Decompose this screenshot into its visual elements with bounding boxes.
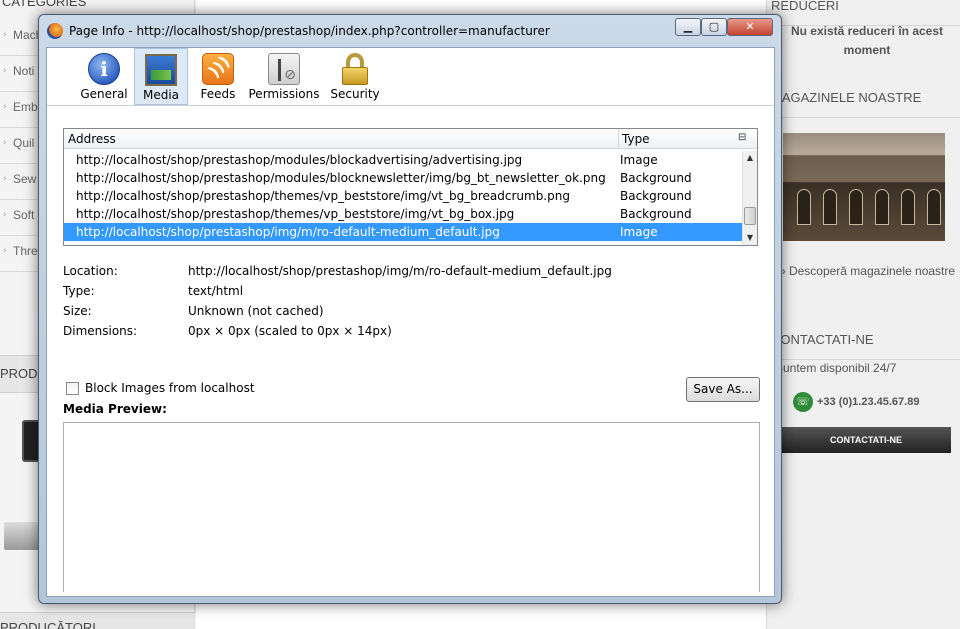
media-preview-area	[63, 422, 760, 592]
block-images-label[interactable]: Block Images from localhost	[85, 381, 255, 395]
categories-heading: CATEGORIES	[2, 0, 87, 9]
manufacturers-heading: PRODUCĂTORI	[0, 612, 195, 629]
dialog-title: Page Info - http://localhost/shop/presta…	[69, 24, 550, 38]
close-button[interactable]: ✕	[727, 18, 773, 36]
scrollbar-thumb[interactable]	[744, 207, 756, 225]
contact-heading: CONTACTATI-NE	[767, 320, 960, 360]
media-preview-label: Media Preview:	[63, 402, 167, 416]
list-item-selected[interactable]: http://localhost/shop/prestashop/img/m/r…	[64, 223, 742, 241]
chevron-right-icon: ›	[3, 174, 7, 184]
detail-size: Size: Unknown (not cached)	[63, 304, 324, 318]
scroll-up-icon[interactable]: ▲	[743, 151, 757, 165]
media-details: Location: http://localhost/shop/prestash…	[63, 262, 763, 342]
block-images-checkbox[interactable]	[66, 382, 79, 395]
discover-stores-link[interactable]: » Descoperă magazinele noastre	[777, 262, 957, 281]
detail-location: Location: http://localhost/shop/prestash…	[63, 264, 612, 278]
firefox-icon	[47, 23, 63, 39]
tab-permissions[interactable]: Permissions	[248, 48, 320, 105]
contact-button[interactable]: CONTACTATI-NE	[781, 427, 951, 453]
phone-number: +33 (0)1.23.45.67.89	[817, 396, 920, 408]
tab-media[interactable]: Media	[134, 48, 188, 105]
minimize-button[interactable]: ▁	[675, 18, 701, 36]
detail-dimensions: Dimensions: 0px × 0px (scaled to 0px × 1…	[63, 324, 392, 338]
media-list-header: Address Type ⊟	[64, 129, 757, 149]
page-info-dialog: Page Info - http://localhost/shop/presta…	[38, 14, 782, 604]
scroll-down-icon[interactable]: ▼	[743, 231, 757, 245]
media-list[interactable]: Address Type ⊟ http://localhost/shop/pre…	[63, 128, 758, 246]
chevron-right-icon: ›	[3, 246, 7, 256]
tab-security[interactable]: Security	[324, 48, 386, 105]
chevron-right-icon: ›	[3, 30, 7, 40]
media-list-scrollbar[interactable]: ▲ ▼	[742, 151, 757, 245]
dialog-titlebar[interactable]: Page Info - http://localhost/shop/presta…	[39, 15, 781, 47]
dialog-content: General Media Feeds Permissions Security	[46, 47, 775, 597]
reductions-text: Nu există reduceri în acest moment	[790, 24, 944, 57]
tab-general[interactable]: General	[77, 48, 131, 105]
media-icon	[145, 54, 177, 86]
chevron-right-icon: ›	[3, 66, 7, 76]
list-item[interactable]: http://localhost/shop/prestashop/themes/…	[64, 205, 742, 223]
stores-heading: MAGAZINELE NOASTRE	[767, 78, 960, 118]
chevron-right-icon: ›	[3, 138, 7, 148]
list-item[interactable]: http://localhost/shop/prestashop/themes/…	[64, 187, 742, 205]
info-icon	[88, 53, 120, 85]
chevron-right-icon: ›	[3, 210, 7, 220]
save-as-button[interactable]: Save As...	[686, 377, 760, 402]
list-item[interactable]: http://localhost/shop/prestashop/modules…	[64, 169, 742, 187]
store-photo[interactable]	[783, 133, 945, 241]
lock-icon	[339, 53, 371, 85]
minimize-icon: ▁	[683, 20, 693, 33]
availability-text: Suntem disponibil 24/7	[775, 361, 897, 375]
page-info-toolbar: General Media Feeds Permissions Security	[47, 48, 774, 106]
column-picker-icon[interactable]: ⊟	[738, 132, 752, 144]
background-right-column: REDUCERI Nu există reduceri în acest mom…	[766, 0, 960, 629]
column-header-type[interactable]: Type	[622, 132, 650, 146]
maximize-icon: ▢	[708, 20, 720, 33]
permissions-icon	[268, 53, 300, 85]
chevron-right-icon: ›	[3, 102, 7, 112]
phone-icon: ☏	[793, 392, 813, 412]
tab-feeds[interactable]: Feeds	[191, 48, 245, 105]
maximize-button[interactable]: ▢	[701, 18, 727, 36]
column-header-address[interactable]: Address	[68, 132, 116, 146]
rss-icon	[202, 53, 234, 85]
close-icon: ✕	[745, 20, 755, 33]
detail-type: Type: text/html	[63, 284, 244, 298]
list-item[interactable]: http://localhost/shop/prestashop/modules…	[64, 151, 742, 169]
